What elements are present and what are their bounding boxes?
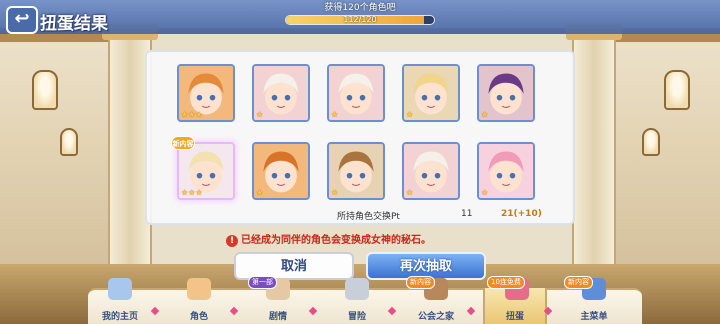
nav-label: 公会之家 — [417, 312, 454, 322]
notice-text: 已经成为同伴的角色会变换成女神的秘石。 — [241, 235, 431, 246]
pt-label: 所持角色交换Pt — [337, 212, 400, 222]
result-card[interactable]: ★ — [327, 64, 385, 122]
nav-badge: 新内容 — [564, 276, 593, 289]
rarity-stars: ★ — [331, 188, 339, 197]
result-card[interactable]: ★ — [477, 64, 535, 122]
character-portrait: ★ — [477, 142, 535, 200]
pillar-right — [566, 24, 622, 294]
progress-title: 获得120个角色吧 — [324, 3, 396, 13]
bottom-nav: 我的主页 角色 第一部 剧情 冒险 新内容 公会之家 10连免费 扭蛋 新内容 主菜单 — [88, 276, 642, 324]
nav-divider-icon — [387, 306, 397, 316]
character-portrait: ★★★ — [177, 64, 235, 122]
nav-label: 扭蛋 — [505, 312, 524, 322]
nav-item-4[interactable]: 新内容公会之家 — [404, 276, 476, 324]
nav-divider-icon — [308, 306, 318, 316]
nav-label: 我的主页 — [101, 312, 138, 322]
pt-row: 所持角色交换Pt 11 21(+10) — [297, 208, 557, 222]
notice-message: ! 已经成为同伴的角色会变换成女神的秘石。 — [226, 231, 431, 247]
wall-lamp-icon — [642, 128, 660, 156]
nav-divider-icon — [229, 306, 239, 316]
result-card[interactable]: ★ — [327, 142, 385, 200]
result-card[interactable]: ★ — [252, 64, 310, 122]
back-button[interactable]: ↩ — [6, 6, 38, 34]
nav-label: 剧情 — [268, 312, 287, 322]
character-portrait: ★ — [402, 142, 460, 200]
nav-divider-icon — [150, 306, 160, 316]
nav-item-3[interactable]: 冒险 — [325, 278, 397, 324]
result-card[interactable]: ★★★ — [177, 64, 235, 122]
rarity-stars: ★ — [481, 110, 489, 119]
nav-item-5[interactable]: 10连免费扭蛋 — [483, 276, 553, 324]
character-portrait: ★ — [477, 64, 535, 122]
nav-item-2[interactable]: 第一部剧情 — [246, 276, 318, 324]
wall-lamp-icon — [32, 70, 58, 110]
pt-old-value: 11 — [461, 209, 473, 219]
rarity-stars: ★★★ — [181, 110, 203, 119]
rarity-stars: ★ — [406, 188, 414, 197]
new-badge: 新内容 — [171, 136, 195, 150]
result-card[interactable]: ★ — [402, 142, 460, 200]
nav-label: 主菜单 — [580, 312, 608, 322]
wall-lamp-icon — [60, 128, 78, 156]
result-card[interactable]: ★ — [402, 64, 460, 122]
progress-count: 112/120 — [343, 15, 377, 24]
character-portrait: ★ — [327, 142, 385, 200]
rarity-stars: ★ — [481, 188, 489, 197]
character-portrait: ★ — [252, 64, 310, 122]
progress-bar: 112/120 — [285, 15, 435, 25]
pt-new-value: 21(+10) — [501, 209, 542, 219]
rarity-stars: ★★★ — [181, 188, 203, 197]
wall-lamp-icon — [664, 70, 690, 110]
nav-badge: 新内容 — [406, 276, 435, 289]
nav-item-6[interactable]: 新内容主菜单 — [562, 276, 626, 324]
nav-divider-icon — [466, 306, 476, 316]
nav-icon — [345, 278, 369, 300]
nav-icon — [187, 278, 211, 300]
alert-icon: ! — [226, 235, 238, 247]
collection-progress: 获得120个角色吧 112/120 — [270, 2, 450, 32]
result-card-grid: ★★★ ★ ★ ★ ★ 新内容 ★★★ ★ ★ ★ ★ — [171, 64, 535, 200]
nav-label: 冒险 — [347, 312, 366, 322]
nav-badge: 第一部 — [248, 276, 277, 289]
character-portrait: ★ — [252, 142, 310, 200]
gacha-result-panel: ★★★ ★ ★ ★ ★ 新内容 ★★★ ★ ★ ★ ★ 所持角色交换Pt 11 21(+10) — [145, 50, 575, 225]
rarity-stars: ★ — [406, 110, 414, 119]
character-portrait: ★ — [327, 64, 385, 122]
rarity-stars: ★ — [331, 110, 339, 119]
page-title: 扭蛋结果 — [40, 14, 108, 34]
result-card[interactable]: ★ — [252, 142, 310, 200]
result-card[interactable]: ★ — [477, 142, 535, 200]
nav-icon — [108, 278, 132, 300]
nav-label: 角色 — [189, 312, 208, 322]
nav-item-1[interactable]: 角色 — [167, 278, 239, 324]
nav-divider-icon — [543, 306, 553, 316]
rarity-stars: ★ — [256, 110, 264, 119]
character-portrait: ★ — [402, 64, 460, 122]
rarity-stars: ★ — [256, 188, 264, 197]
nav-badge: 10连免费 — [487, 276, 525, 289]
nav-item-0[interactable]: 我的主页 — [88, 278, 160, 324]
result-card[interactable]: 新内容 ★★★ — [171, 136, 235, 200]
